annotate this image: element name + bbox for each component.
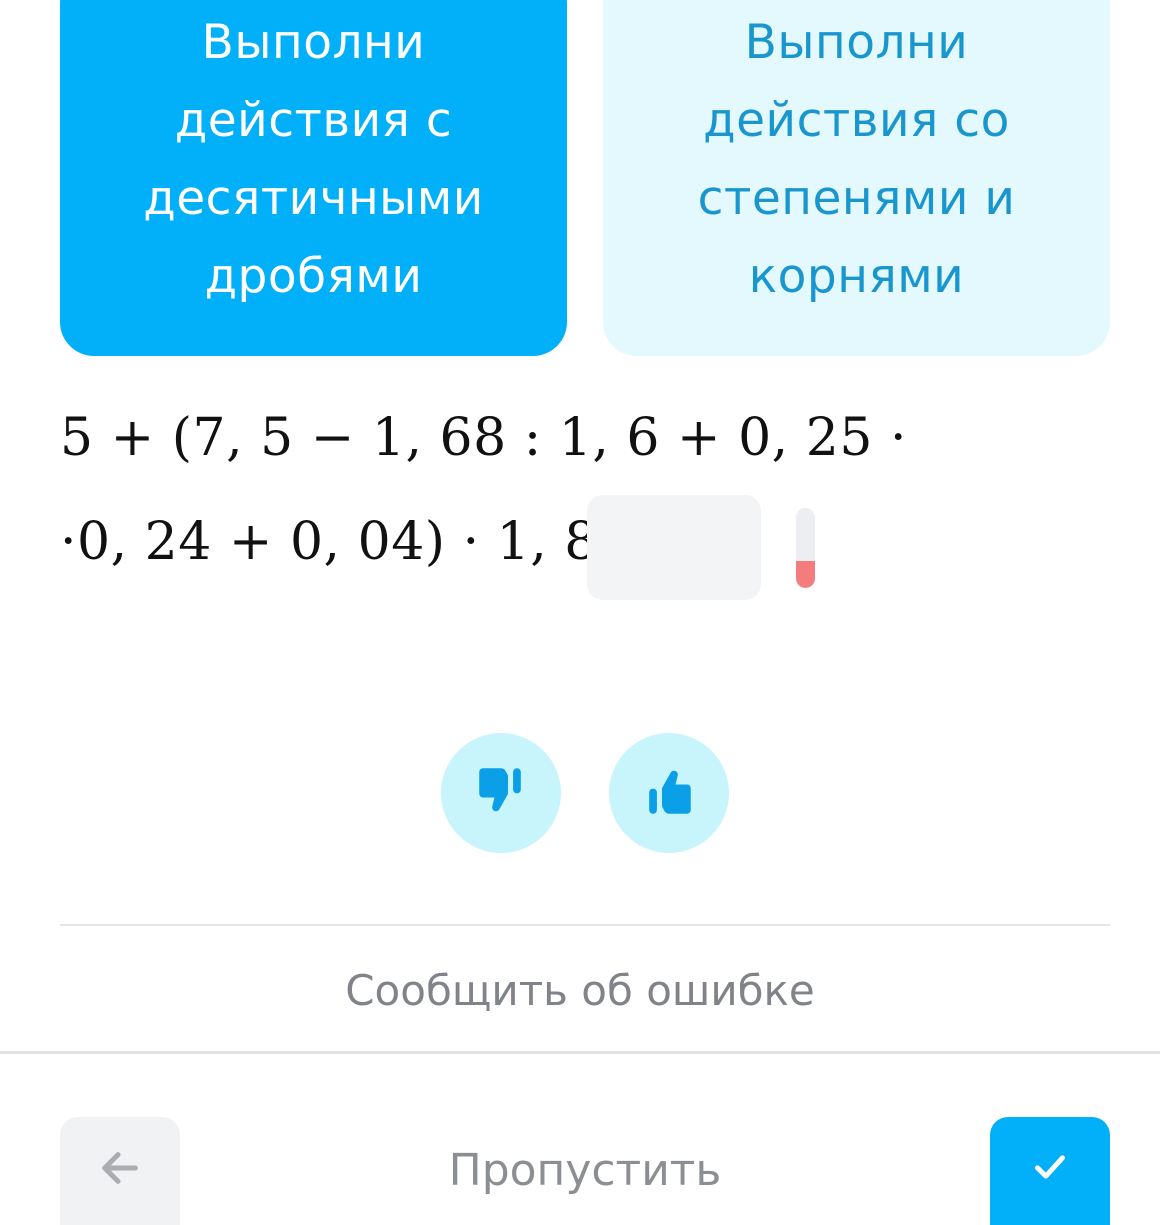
- problem-expression-line-2: ·0, 24 + 0, 04) · 1, 8 =: [60, 512, 659, 572]
- dislike-button[interactable]: [441, 733, 561, 853]
- thumbs-down-icon: [472, 762, 530, 824]
- submit-answer-button[interactable]: [990, 1117, 1110, 1225]
- skip-link[interactable]: Пропустить: [0, 1145, 1160, 1196]
- topic-card-label: Выполни действия со степенями и корнями: [697, 15, 1016, 304]
- divider: [0, 1051, 1160, 1054]
- topic-card-decimals[interactable]: Выполни действия с десятичными дробями: [60, 0, 567, 356]
- report-error-link[interactable]: Сообщить об ошибке: [0, 966, 1160, 1015]
- divider: [60, 924, 1110, 926]
- like-button[interactable]: [609, 733, 729, 853]
- thumbs-up-icon: [640, 762, 698, 824]
- level-meter-fill: [796, 560, 815, 588]
- answer-input[interactable]: [587, 495, 761, 600]
- topic-card-label: Выполни действия с десятичными дробями: [143, 15, 484, 304]
- attempts-level-meter: [796, 508, 815, 588]
- problem-expression-line-1: 5 + (7, 5 − 1, 68 : 1, 6 + 0, 25 ·: [60, 408, 907, 468]
- exercise-screen: Выполни действия с десятичными дробями В…: [0, 0, 1160, 1225]
- checkmark-icon: [1030, 1147, 1070, 1191]
- topic-card-powers-roots[interactable]: Выполни действия со степенями и корнями: [603, 0, 1110, 356]
